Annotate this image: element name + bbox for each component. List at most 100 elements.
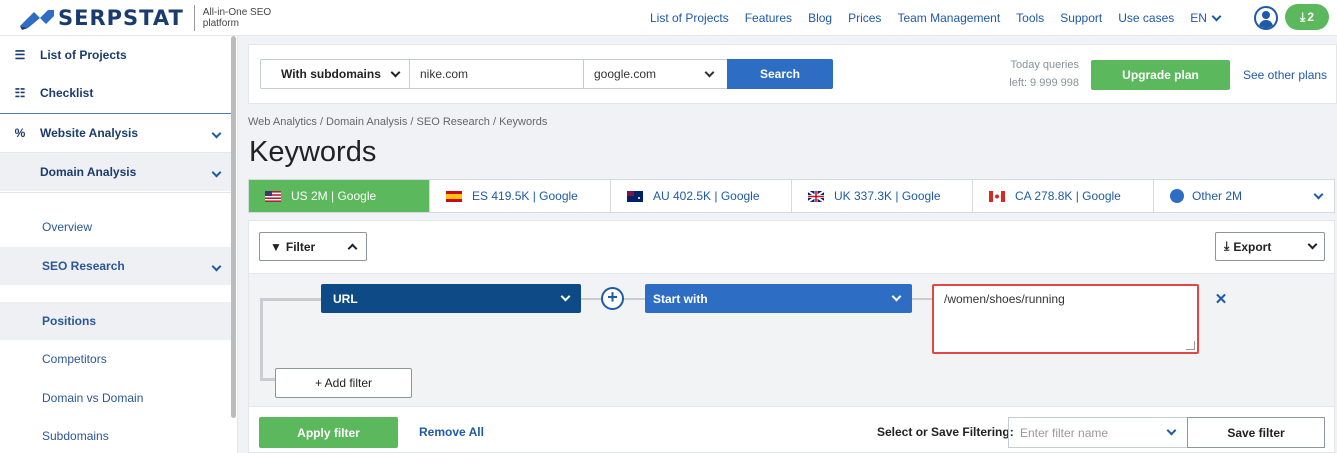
serpstat-logo[interactable]: SERPSTAT All-in-One SEO platform	[18, 4, 283, 32]
filter-operator-select[interactable]: Start with	[645, 284, 912, 313]
sidebar-item-overview[interactable]: Overview	[0, 208, 231, 246]
sidebar-item-label: Checklist	[40, 86, 94, 100]
filter-field-select[interactable]: URL	[321, 284, 581, 313]
tab-label: CA 278.8K | Google	[1015, 189, 1121, 203]
filter-label: Filter	[285, 239, 316, 254]
subdomains-select[interactable]: With subdomains	[260, 59, 410, 89]
language-selector[interactable]: EN	[1190, 11, 1222, 25]
remove-condition-close-icon[interactable]: ✕	[1211, 290, 1231, 310]
tab-au[interactable]: AU 402.5K | Google	[611, 180, 792, 212]
nav-team-management[interactable]: Team Management	[897, 11, 1000, 25]
download-icon: ⤓	[1300, 9, 1306, 24]
globe-icon	[1170, 189, 1184, 203]
download-icon: ⤓	[1224, 239, 1230, 253]
save-filter-button[interactable]: Save filter	[1187, 417, 1325, 448]
menu-icon: ☰	[14, 48, 26, 62]
search-button[interactable]: Search	[727, 59, 833, 89]
filter-tree-line	[260, 298, 263, 380]
see-other-plans-link[interactable]: See other plans	[1243, 68, 1327, 82]
uk-flag-icon	[808, 190, 824, 202]
add-filter-button[interactable]: + Add filter	[275, 368, 412, 398]
chevron-down-icon	[560, 291, 571, 302]
chevron-down-icon	[201, 165, 231, 179]
sidebar-item-label: SEO Research	[42, 259, 125, 273]
tab-other[interactable]: Other 2M	[1154, 180, 1334, 212]
sidebar-item-label: Domain vs Domain	[42, 391, 144, 405]
tab-us[interactable]: US 2M | Google	[249, 180, 430, 212]
upgrade-plan-button[interactable]: Upgrade plan	[1091, 60, 1230, 90]
filter-field-value: URL	[333, 291, 358, 306]
sidebar-item-label: Overview	[42, 220, 93, 234]
sidebar-item-label: Competitors	[42, 352, 107, 366]
sidebar-item-domain-vs-domain[interactable]: Domain vs Domain	[0, 379, 231, 417]
language-label: EN	[1190, 11, 1207, 25]
tab-label: Other 2M	[1192, 189, 1243, 203]
nav-features[interactable]: Features	[745, 11, 792, 25]
user-avatar-icon[interactable]	[1254, 6, 1278, 30]
filter-connector-line	[912, 298, 932, 300]
sidebar-item-seo-research[interactable]: SEO Research	[0, 247, 231, 285]
breadcrumb[interactable]: Web Analytics / Domain Analysis / SEO Re…	[248, 116, 547, 128]
sidebar-item-checklist[interactable]: ☷ Checklist	[0, 74, 231, 112]
nav-list-of-projects[interactable]: List of Projects	[650, 11, 729, 25]
chevron-down-icon	[201, 126, 231, 140]
subdomains-select-value: With subdomains	[281, 67, 381, 81]
main-nav: List of Projects Features Blog Prices Te…	[650, 0, 1222, 36]
chevron-down-icon	[891, 291, 902, 302]
filter-name-select[interactable]: Enter filter name	[1008, 417, 1188, 448]
chevron-down-icon	[201, 259, 231, 273]
tab-es[interactable]: ES 419.5K | Google	[430, 180, 611, 212]
top-navigation-bar: SERPSTAT All-in-One SEO platform List of…	[0, 0, 1337, 36]
filter-tree-line	[260, 298, 322, 301]
remove-all-link[interactable]: Remove All	[419, 425, 484, 439]
sidebar-item-domain-analysis[interactable]: Domain Analysis	[0, 153, 231, 191]
analytics-icon: %	[14, 126, 26, 140]
tab-ca[interactable]: CA 278.8K | Google	[973, 180, 1154, 212]
sidebar-item-list-of-projects[interactable]: ☰ List of Projects	[0, 36, 231, 74]
sidebar-item-positions[interactable]: Positions	[0, 302, 231, 340]
au-flag-icon	[627, 190, 643, 202]
domain-input-value: nike.com	[420, 67, 469, 81]
nav-use-cases[interactable]: Use cases	[1118, 11, 1174, 25]
domain-input[interactable]: nike.com	[409, 59, 584, 89]
logo-separator	[193, 5, 195, 31]
search-engine-select[interactable]: google.com	[583, 59, 728, 89]
save-filtering-label: Select or Save Filtering:	[877, 425, 1014, 439]
sidebar-item-label: Website Analysis	[40, 126, 139, 140]
downloads-count: 2	[1307, 10, 1314, 24]
tab-label: ES 419.5K | Google	[472, 189, 578, 203]
sidebar-item-competitors[interactable]: Competitors	[0, 340, 231, 378]
add-condition-plus-icon[interactable]: +	[601, 287, 624, 310]
sidebar-item-website-analysis[interactable]: % Website Analysis	[0, 114, 231, 152]
nav-blog[interactable]: Blog	[808, 11, 832, 25]
sidebar-scrollbar[interactable]	[231, 36, 236, 418]
sidebar-item-label: Positions	[42, 314, 97, 328]
tab-label: AU 402.5K | Google	[653, 189, 760, 203]
queries-label: Today queries	[1010, 59, 1080, 71]
chevron-down-icon	[1307, 239, 1318, 250]
search-engine-value: google.com	[594, 67, 657, 81]
export-label: Export	[1233, 239, 1272, 254]
apply-filter-button[interactable]: Apply filter	[259, 417, 398, 448]
chevron-down-icon	[390, 67, 401, 77]
filter-builder: URL + Start with /women/shoes/running ✕ …	[249, 273, 1334, 407]
nav-support[interactable]: Support	[1060, 11, 1102, 25]
nav-prices[interactable]: Prices	[848, 11, 881, 25]
checklist-icon: ☷	[14, 86, 26, 100]
filter-panel: ▼ Filter ⤓ Export URL + Start with /wome…	[248, 220, 1335, 453]
nav-tools[interactable]: Tools	[1016, 11, 1044, 25]
page-title: Keywords	[249, 136, 377, 168]
tab-label: UK 337.3K | Google	[834, 189, 941, 203]
tab-uk[interactable]: UK 337.3K | Google	[792, 180, 973, 212]
export-button[interactable]: ⤓ Export	[1215, 232, 1325, 261]
downloads-badge[interactable]: ⤓ 2	[1285, 4, 1329, 30]
logo-tagline: All-in-One SEO platform	[202, 7, 272, 29]
filter-name-placeholder: Enter filter name	[1020, 425, 1109, 440]
filter-value-text: /women/shoes/running	[944, 292, 1065, 306]
sidebar-item-subdomains[interactable]: Subdomains	[0, 417, 231, 453]
logo-mark-icon	[20, 10, 54, 30]
search-panel: With subdomains nike.com google.com Sear…	[248, 44, 1337, 104]
filter-value-textarea[interactable]: /women/shoes/running	[932, 284, 1199, 354]
filter-toggle-button[interactable]: ▼ Filter	[259, 232, 367, 261]
es-flag-icon	[446, 190, 462, 202]
